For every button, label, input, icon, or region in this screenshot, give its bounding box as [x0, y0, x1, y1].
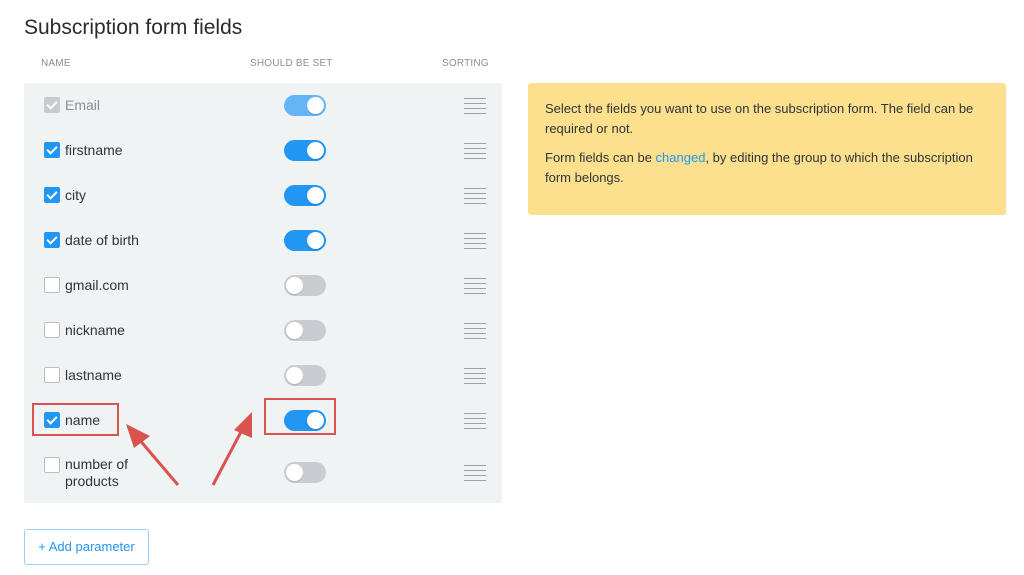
checkmark-icon: [46, 188, 58, 200]
required-toggle[interactable]: [284, 95, 326, 116]
checkmark-icon: [46, 233, 58, 245]
required-toggle[interactable]: [284, 230, 326, 251]
field-row-email: Email: [24, 83, 502, 127]
required-toggle[interactable]: [284, 365, 326, 386]
field-checkbox[interactable]: [44, 232, 60, 248]
field-label: number of products: [65, 456, 129, 489]
column-header-should-be-set: SHOULD BE SET: [250, 58, 333, 69]
checkmark-icon: [46, 98, 58, 110]
required-toggle[interactable]: [284, 320, 326, 341]
field-checkbox[interactable]: [44, 187, 60, 203]
column-header-sorting: SORTING: [442, 58, 489, 69]
drag-handle-icon[interactable]: [464, 97, 486, 114]
field-checkbox[interactable]: [44, 322, 60, 338]
field-row-lastname: lastname: [24, 352, 502, 396]
info-text-2: Form fields can be changed, by editing t…: [545, 150, 973, 185]
field-row-nickname: nickname: [24, 307, 502, 351]
drag-handle-icon[interactable]: [464, 277, 486, 294]
field-row-gmail: gmail.com: [24, 262, 502, 306]
required-toggle[interactable]: [284, 462, 326, 483]
required-toggle[interactable]: [284, 140, 326, 161]
checkmark-icon: [46, 143, 58, 155]
page-title: Subscription form fields: [24, 16, 243, 39]
field-label: gmail.com: [65, 277, 129, 293]
field-checkbox[interactable]: [44, 367, 60, 383]
highlight-name-toggle: [264, 398, 336, 435]
field-row-date-of-birth: date of birth: [24, 217, 502, 261]
field-checkbox[interactable]: [44, 97, 60, 113]
add-parameter-button[interactable]: + Add parameter: [24, 529, 149, 565]
info-text-1: Select the fields you want to use on the…: [545, 101, 974, 136]
field-label: city: [65, 187, 86, 203]
field-label: date of birth: [65, 232, 139, 248]
required-toggle[interactable]: [284, 185, 326, 206]
drag-handle-icon[interactable]: [464, 142, 486, 159]
drag-handle-icon[interactable]: [464, 367, 486, 384]
drag-handle-icon[interactable]: [464, 464, 486, 481]
drag-handle-icon[interactable]: [464, 187, 486, 204]
info-box: Select the fields you want to use on the…: [528, 83, 1006, 215]
fields-table: Email firstname city date of birth gmail…: [24, 83, 502, 503]
field-label: lastname: [65, 367, 122, 383]
field-checkbox[interactable]: [44, 142, 60, 158]
field-row-number-of-products: number of products: [24, 442, 502, 500]
highlight-name-checkbox: [32, 403, 119, 436]
field-checkbox[interactable]: [44, 457, 60, 473]
changed-link[interactable]: changed: [656, 150, 706, 165]
drag-handle-icon[interactable]: [464, 412, 486, 429]
field-row-firstname: firstname: [24, 128, 502, 172]
column-header-name: NAME: [41, 58, 71, 69]
drag-handle-icon[interactable]: [464, 322, 486, 339]
required-toggle[interactable]: [284, 275, 326, 296]
field-label: nickname: [65, 322, 125, 338]
field-checkbox[interactable]: [44, 277, 60, 293]
drag-handle-icon[interactable]: [464, 232, 486, 249]
field-label: firstname: [65, 142, 123, 158]
field-row-city: city: [24, 172, 502, 216]
field-label: Email: [65, 97, 101, 113]
